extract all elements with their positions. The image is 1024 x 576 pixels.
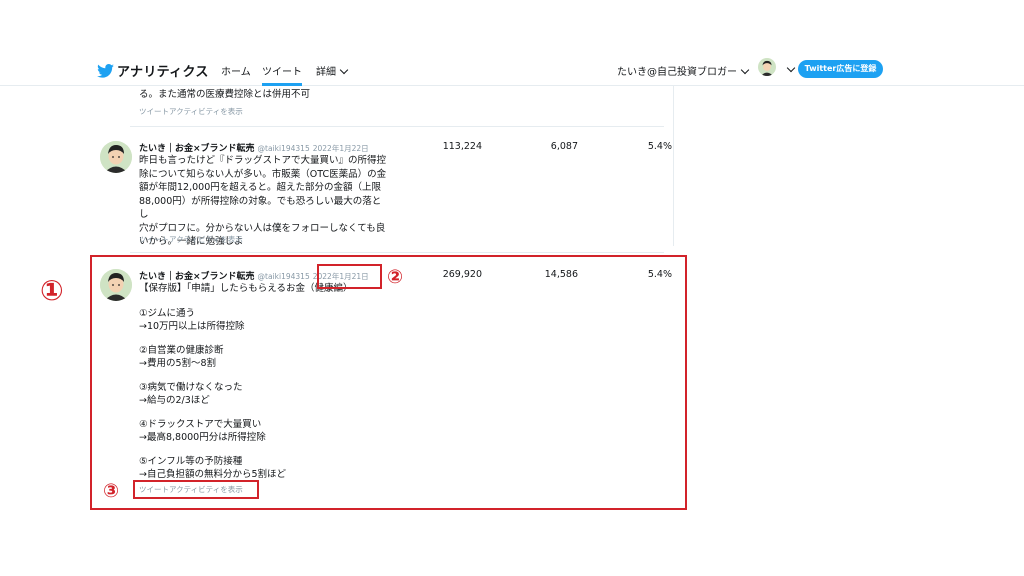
annotation-number-2: ②	[387, 266, 404, 288]
tweet-line: 昨日も言ったけど『ドラッグストアで大量買い』の所得控	[139, 155, 387, 166]
highlight-box-tweet	[90, 255, 687, 510]
tweet-line: 額が年間12,000円を超えると。超えた部分の金額（上限	[139, 182, 381, 193]
chevron-down-icon[interactable]	[786, 63, 796, 73]
highlight-box-activity	[133, 480, 259, 499]
tweet-avatar	[100, 141, 132, 173]
tweet-activity-link[interactable]: ツイートアクティビティを表示	[139, 234, 243, 245]
tweet-header: たいき｜お金×ブランド転売 @taiki194315 2022年1月22日	[139, 141, 369, 154]
nav-tweets[interactable]: ツイート	[262, 63, 302, 86]
chevron-down-icon	[339, 65, 349, 75]
analytics-logo[interactable]: アナリティクス	[97, 61, 209, 80]
chevron-down-icon	[740, 65, 750, 75]
right-divider	[673, 86, 674, 246]
row-divider	[130, 126, 664, 127]
tweet-activity-link[interactable]: ツイートアクティビティを表示	[139, 106, 243, 117]
tweet-handle: @taiki194315	[257, 144, 310, 153]
logo-text: アナリティクス	[117, 65, 209, 80]
top-nav: アナリティクス ホーム ツイート 詳細 たいき@自己投資ブロガー Twitter…	[0, 52, 1024, 86]
tweet-line: 88,000円）が所得控除の対象。でも恐ろしい最大の落とし	[139, 195, 382, 221]
annotation-number-1: ①	[40, 274, 64, 307]
tweet-author-name[interactable]: たいき｜お金×ブランド転売	[139, 144, 255, 154]
partial-tweet-text: る。また通常の医療費控除とは併用不可	[139, 89, 311, 100]
annotation-number-3: ③	[103, 480, 120, 502]
nav-more-label: 詳細	[316, 67, 336, 78]
twitter-ads-signup-button[interactable]: Twitter広告に登録	[798, 60, 883, 78]
tweet-line: 除について知らない人が多い。市販薬（OTC医薬品）の金	[139, 168, 387, 180]
tweet-line: 穴がプロフに。分からない人は僕をフォローしなくても良	[139, 222, 386, 234]
tweet-date[interactable]: 2022年1月22日	[313, 144, 369, 153]
twitter-bird-icon	[97, 63, 114, 78]
engagement-rate-value: 5.4%	[647, 141, 672, 152]
user-avatar[interactable]	[758, 58, 776, 76]
account-name: たいき@自己投資ブロガー	[617, 67, 737, 78]
nav-more[interactable]: 詳細	[316, 63, 349, 78]
impressions-value: 113,224	[442, 141, 482, 152]
row-divider	[130, 252, 664, 253]
engagements-value: 6,087	[550, 141, 578, 152]
nav-home[interactable]: ホーム	[221, 63, 251, 78]
account-menu[interactable]: たいき@自己投資ブロガー	[617, 63, 750, 78]
highlight-box-date	[317, 264, 382, 289]
